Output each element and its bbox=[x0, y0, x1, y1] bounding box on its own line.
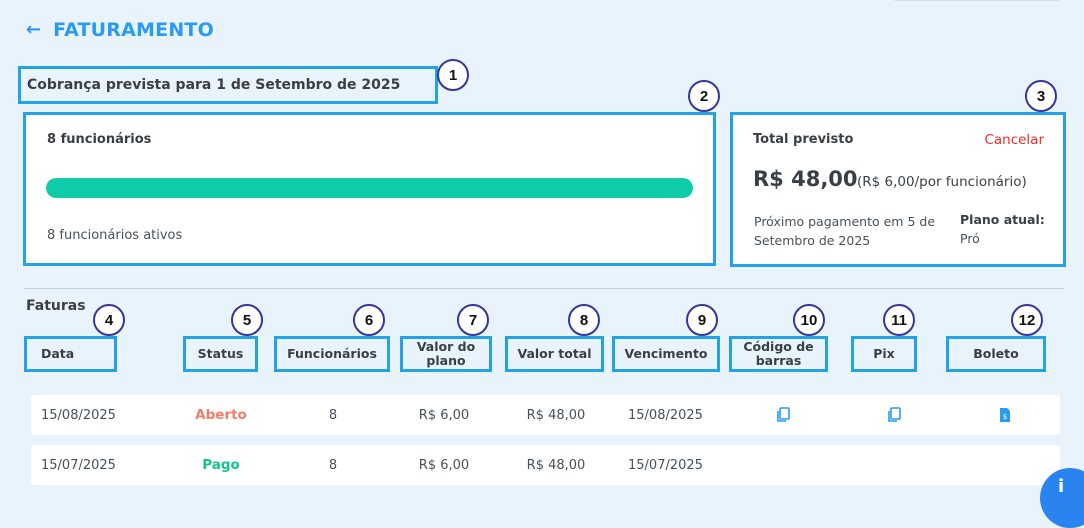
annotation-badge: 11 bbox=[883, 304, 915, 336]
employees-count: 8 funcionários bbox=[47, 132, 152, 147]
copy-icon[interactable] bbox=[776, 407, 790, 423]
annotation-badge: 8 bbox=[568, 304, 600, 336]
column-header-plan-value[interactable]: Valor do plano bbox=[400, 336, 492, 372]
table-row: 15/08/2025 Aberto 8 R$ 6,00 R$ 48,00 15/… bbox=[31, 395, 1060, 435]
section-divider bbox=[24, 288, 1064, 289]
total-amount: R$ 48,00 bbox=[753, 167, 858, 191]
next-payment-text: Próximo pagamento em 5 de Setembro de 20… bbox=[754, 214, 936, 248]
row-due-date: 15/07/2025 bbox=[628, 457, 703, 473]
column-header-due-date[interactable]: Vencimento bbox=[612, 336, 720, 372]
row-plan-value: R$ 6,00 bbox=[418, 457, 470, 473]
total-card: Total previsto Cancelar R$ 48,00 (R$ 6,0… bbox=[730, 112, 1066, 267]
cancel-link[interactable]: Cancelar bbox=[984, 132, 1044, 148]
column-header-date[interactable]: Data bbox=[24, 336, 117, 372]
row-status: Aberto bbox=[195, 407, 247, 423]
billing-heading: Cobrança prevista para 1 de Setembro de … bbox=[18, 66, 438, 104]
annotation-badge: 2 bbox=[688, 80, 720, 112]
annotation-badge: 3 bbox=[1025, 80, 1057, 112]
employees-progress-fill bbox=[46, 178, 693, 198]
svg-text:$: $ bbox=[1003, 413, 1007, 421]
annotation-badge: 6 bbox=[353, 304, 385, 336]
page-header: ← FATURAMENTO bbox=[26, 16, 214, 44]
plan-label: Plano atual: bbox=[960, 212, 1045, 227]
per-employee-price: (R$ 6,00/por funcionário) bbox=[857, 174, 1027, 190]
row-employees: 8 bbox=[328, 407, 338, 423]
row-due-date: 15/08/2025 bbox=[628, 407, 703, 423]
document-dollar-icon[interactable]: $ bbox=[999, 407, 1011, 423]
copy-icon[interactable] bbox=[887, 407, 901, 423]
row-total: R$ 48,00 bbox=[526, 457, 586, 473]
invoices-title: Faturas bbox=[26, 298, 86, 314]
annotation-badge: 5 bbox=[231, 304, 263, 336]
column-header-status[interactable]: Status bbox=[183, 336, 258, 372]
row-date: 15/08/2025 bbox=[41, 407, 116, 423]
active-employees-text: 8 funcionários ativos bbox=[47, 228, 183, 243]
column-header-total-value[interactable]: Valor total bbox=[505, 336, 604, 372]
page-title: FATURAMENTO bbox=[53, 19, 214, 41]
row-status: Pago bbox=[202, 457, 240, 473]
top-right-field[interactable] bbox=[892, 0, 1062, 1]
total-label: Total previsto bbox=[753, 132, 854, 147]
annotation-badge: 7 bbox=[457, 304, 489, 336]
row-date: 15/07/2025 bbox=[41, 457, 116, 473]
annotation-badge: 12 bbox=[1011, 304, 1043, 336]
column-header-employees[interactable]: Funcionários bbox=[274, 336, 390, 372]
row-total: R$ 48,00 bbox=[526, 407, 586, 423]
employees-progress-bar bbox=[46, 178, 693, 198]
annotation-badge: 1 bbox=[437, 59, 469, 91]
annotation-badge: 9 bbox=[686, 304, 718, 336]
employees-card: 8 funcionários 8 funcionários ativos bbox=[23, 112, 716, 266]
row-plan-value: R$ 6,00 bbox=[418, 407, 470, 423]
table-row: 15/07/2025 Pago 8 R$ 6,00 R$ 48,00 15/07… bbox=[31, 445, 1060, 485]
annotation-badge: 4 bbox=[93, 304, 125, 336]
annotation-badge: 10 bbox=[793, 304, 825, 336]
chat-icon: i bbox=[1058, 476, 1065, 497]
arrow-left-icon[interactable]: ← bbox=[26, 21, 41, 39]
column-header-pix[interactable]: Pix bbox=[851, 336, 917, 372]
row-employees: 8 bbox=[328, 457, 338, 473]
plan-value: Pró bbox=[960, 231, 980, 246]
column-header-barcode[interactable]: Código de barras bbox=[729, 336, 828, 372]
column-header-boleto[interactable]: Boleto bbox=[946, 336, 1046, 372]
